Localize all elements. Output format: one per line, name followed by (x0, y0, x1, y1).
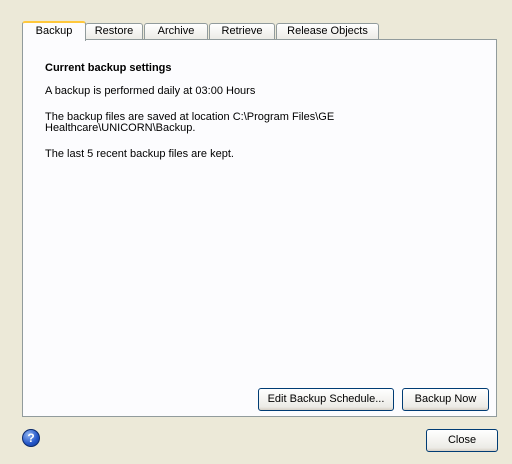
tab-retrieve[interactable]: Retrieve (209, 23, 275, 39)
backup-now-button[interactable]: Backup Now (402, 388, 489, 411)
backup-retention-text: The last 5 recent backup files are kept. (45, 148, 234, 160)
help-icon[interactable]: ? (22, 429, 40, 447)
tab-restore[interactable]: Restore (85, 23, 143, 39)
current-backup-settings-heading: Current backup settings (45, 62, 172, 74)
close-button[interactable]: Close (426, 429, 498, 452)
backup-tab-panel: Current backup settings A backup is perf… (22, 39, 497, 417)
backup-location-text-line2: Healthcare\UNICORN\Backup. (45, 122, 196, 134)
edit-backup-schedule-button[interactable]: Edit Backup Schedule... (258, 388, 394, 411)
backup-schedule-text: A backup is performed daily at 03:00 Hou… (45, 85, 256, 97)
tab-archive[interactable]: Archive (144, 23, 208, 39)
tab-backup[interactable]: Backup (22, 21, 86, 41)
tab-release-objects[interactable]: Release Objects (276, 23, 379, 39)
